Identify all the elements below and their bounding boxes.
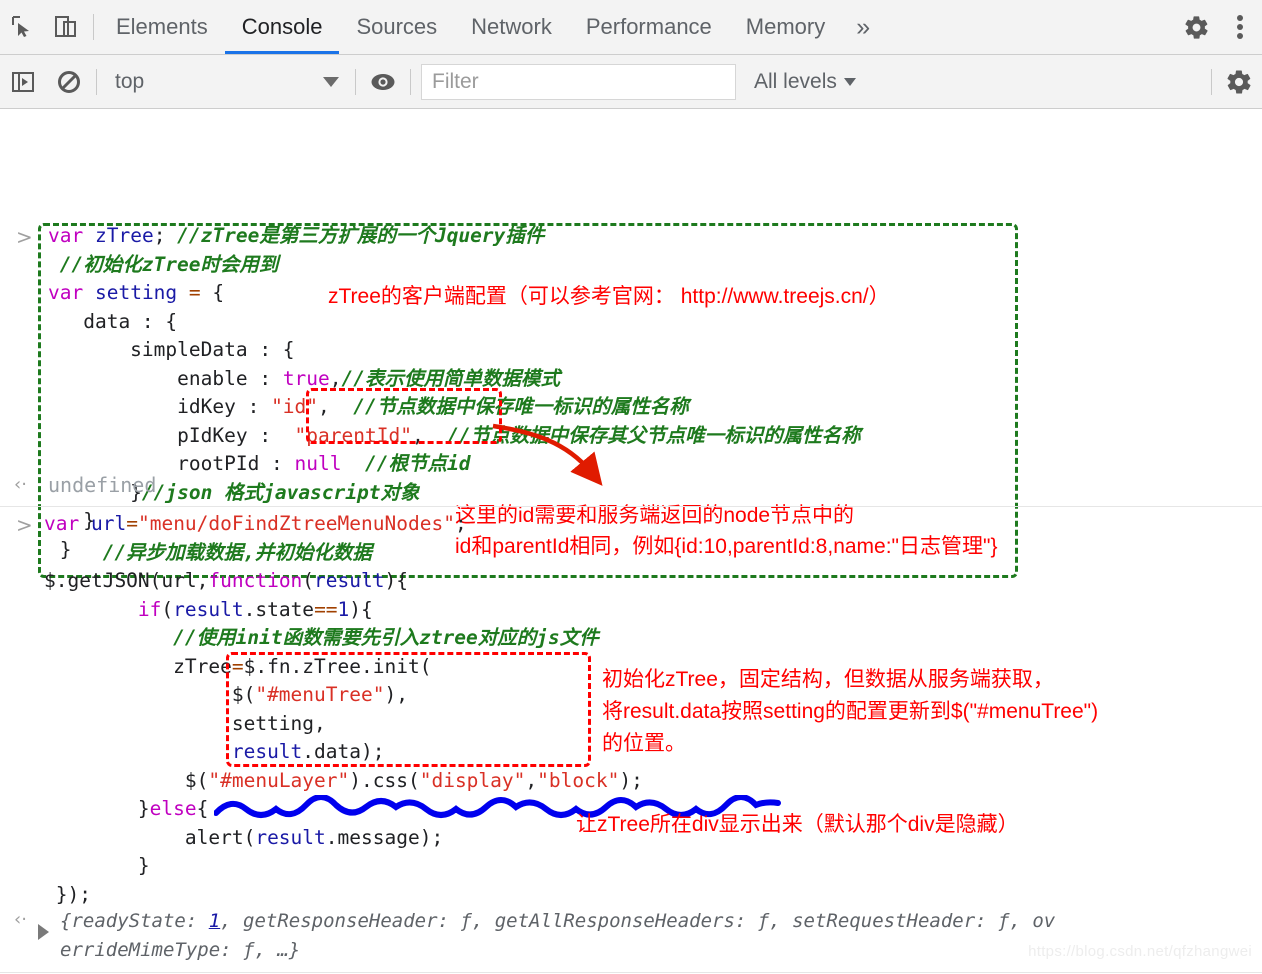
console-message-list: > var zTree; //zTree是第三方扩展的一个Jquery插件 //… xyxy=(0,109,1262,973)
annotation-init-note-line3: 的位置。 xyxy=(602,732,686,755)
result-readystate-value: 1 xyxy=(208,910,221,932)
tab-label: Network xyxy=(471,14,552,39)
device-toolbar-icon[interactable] xyxy=(44,0,88,54)
input-prompt-icon: > xyxy=(16,225,33,249)
annotation-config-note: zTree的客户端配置（可以参考官网： http://www.treejs.cn… xyxy=(328,285,890,308)
input-prompt-icon: > xyxy=(16,513,33,537)
tabbar-spacer xyxy=(884,0,1163,54)
watermark: https://blog.csdn.net/qfzhangwei xyxy=(1028,943,1252,960)
tab-performance[interactable]: Performance xyxy=(569,0,729,54)
result-text-b: , getResponseHeader: ƒ, getAllResponseHe… xyxy=(220,910,1056,932)
more-tabs-icon[interactable]: » xyxy=(842,0,884,54)
result-text-line2: errideMimeType: ƒ, …} xyxy=(60,939,301,961)
toolbar-divider-3 xyxy=(410,68,411,95)
annotation-init-note-line2: 将result.data按照setting的配置更新到$("#menuTree"… xyxy=(602,700,1099,723)
tab-sources[interactable]: Sources xyxy=(339,0,454,54)
expand-object-icon[interactable] xyxy=(38,924,49,940)
result-text-a: {readyState: xyxy=(60,910,209,932)
devtools-tab-bar: Elements Console Sources Network Perform… xyxy=(0,0,1262,55)
annotation-init-note-line1: 初始化zTree，固定结构，但数据从服务端获取， xyxy=(602,668,1054,691)
clear-console-icon[interactable] xyxy=(46,69,92,95)
gear-icon[interactable] xyxy=(1216,68,1262,96)
toolbar-divider xyxy=(96,68,97,95)
tab-console[interactable]: Console xyxy=(224,0,340,54)
tabbar-right-group xyxy=(1163,0,1262,54)
result-undefined: undefined xyxy=(48,473,157,497)
chevron-down-icon xyxy=(323,76,339,87)
output-prompt-icon: ‹· xyxy=(14,474,27,495)
show-console-sidebar-icon[interactable] xyxy=(0,69,46,95)
inspect-element-icon[interactable] xyxy=(0,0,44,54)
tab-label: Sources xyxy=(356,14,438,39)
log-levels-label: All levels xyxy=(754,69,837,93)
console-toolbar: top Filter All levels xyxy=(0,55,1262,109)
toolbar-divider xyxy=(93,14,94,40)
tab-label: Memory xyxy=(745,14,826,39)
more-tabs-label: » xyxy=(856,12,871,41)
execution-context-label: top xyxy=(115,69,145,93)
filter-placeholder: Filter xyxy=(432,69,479,93)
tab-network[interactable]: Network xyxy=(454,0,569,54)
console-result-entry-1: ‹· undefined xyxy=(0,473,1262,507)
chevron-down-icon xyxy=(843,77,856,86)
console-input-entry-1[interactable]: > var zTree; //zTree是第三方扩展的一个Jquery插件 //… xyxy=(0,109,1262,578)
log-levels-selector[interactable]: All levels xyxy=(754,70,856,94)
annotation-display-note: 让zTree所在div显示出来（默认那个div是隐藏） xyxy=(576,813,1019,836)
live-expression-icon[interactable] xyxy=(360,68,406,96)
tab-elements[interactable]: Elements xyxy=(99,0,225,54)
execution-context-selector[interactable]: top xyxy=(101,70,351,94)
tab-label: Performance xyxy=(585,14,712,39)
toolbar-divider-4 xyxy=(1211,68,1212,95)
tab-memory[interactable]: Memory xyxy=(729,0,842,54)
tab-label: Elements xyxy=(116,14,208,39)
console-result-entry-2: ‹· {readyState: 1, getResponseHeader: ƒ,… xyxy=(0,907,1262,973)
output-prompt-icon: ‹· xyxy=(14,909,27,930)
console-code-block-2: var url="menu/doFindZtreeMenuNodes"; //异… xyxy=(44,512,643,906)
console-input-entry-2[interactable]: > var url="menu/doFindZtreeMenuNodes"; /… xyxy=(0,507,1262,907)
toolbar-divider-2 xyxy=(355,68,356,95)
kebab-menu-icon[interactable] xyxy=(1218,13,1262,41)
tab-label: Console xyxy=(241,14,323,39)
filter-input[interactable]: Filter xyxy=(421,63,736,100)
gear-icon[interactable] xyxy=(1174,14,1218,41)
